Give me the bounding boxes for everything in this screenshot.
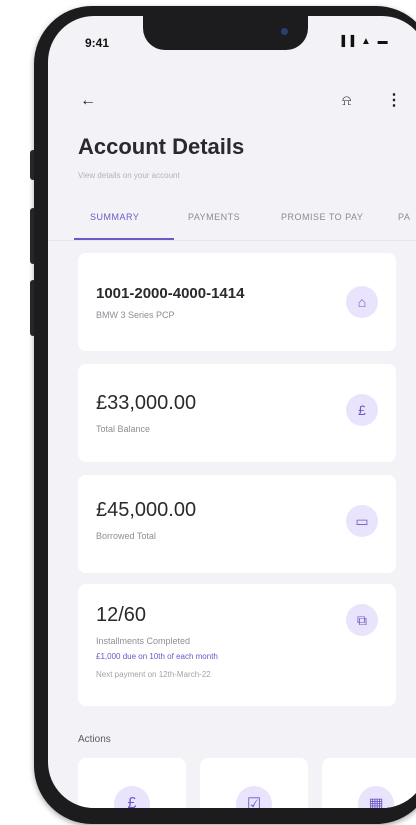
- tab-bar: SUMMARY PAYMENTS PROMISE TO PAY PA: [48, 204, 416, 244]
- installments-value: 12/60: [96, 604, 147, 626]
- calendar-icon: ▦: [358, 786, 394, 808]
- card-icon: ▭: [346, 505, 378, 537]
- pound-icon: £: [346, 394, 378, 426]
- total-balance-label: Total Balance: [96, 424, 151, 434]
- page-subtitle: View details on your account: [78, 171, 180, 180]
- total-balance-card[interactable]: £33,000.00 Total Balance £: [78, 364, 396, 462]
- pound-icon: £: [114, 786, 150, 808]
- action-calendar[interactable]: ▦: [322, 758, 416, 808]
- signal-wifi-battery-icon: ▐▐ ▲ ▬: [338, 36, 390, 47]
- borrowed-total-amount: £45,000.00: [96, 499, 197, 521]
- tab-payments[interactable]: PAYMENTS: [188, 212, 240, 222]
- account-number: 1001-2000-4000-1414: [96, 285, 245, 302]
- app-screen: 9:41 ▐▐ ▲ ▬ ← ⍾ ⋮ Account Details View d…: [48, 16, 416, 808]
- tab-summary[interactable]: SUMMARY: [90, 212, 139, 222]
- camera-icon: [281, 28, 288, 35]
- status-time: 9:41: [85, 36, 110, 50]
- bank-icon: ⌂: [346, 286, 378, 318]
- borrowed-total-card[interactable]: £45,000.00 Borrowed Total ▭: [78, 475, 396, 573]
- action-make-payment[interactable]: £: [78, 758, 186, 808]
- total-balance-amount: £33,000.00: [96, 392, 197, 414]
- tab-promise-to-pay[interactable]: PROMISE TO PAY: [281, 212, 363, 222]
- actions-heading: Actions: [78, 734, 111, 745]
- page-title: Account Details: [78, 134, 245, 159]
- tab-divider: [48, 240, 416, 241]
- account-card[interactable]: 1001-2000-4000-1414 BMW 3 Series PCP ⌂: [78, 253, 396, 351]
- back-arrow-icon[interactable]: ←: [80, 92, 96, 110]
- account-product: BMW 3 Series PCP: [96, 310, 175, 320]
- more-options-icon[interactable]: ⋮: [386, 90, 402, 110]
- bell-icon[interactable]: ⍾: [342, 92, 351, 109]
- installment-due-text: £1,000 due on 10th of each month: [96, 652, 218, 661]
- next-payment-text: Next payment on 12th-March-22: [96, 670, 211, 679]
- notch: [143, 16, 308, 50]
- installments-label: Installments Completed: [96, 636, 191, 646]
- clipboard-check-icon: ☑: [236, 786, 272, 808]
- action-clipboard[interactable]: ☑: [200, 758, 308, 808]
- borrowed-total-label: Borrowed Total: [96, 531, 156, 541]
- tab-more-truncated[interactable]: PA: [398, 212, 410, 222]
- copy-icon: ⧉: [346, 604, 378, 636]
- installments-card[interactable]: 12/60 Installments Completed £1,000 due …: [78, 584, 396, 706]
